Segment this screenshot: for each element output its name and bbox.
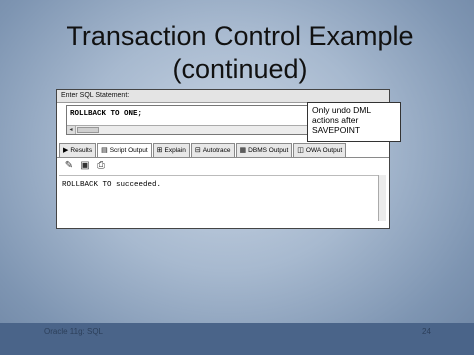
explain-icon: ⊞ bbox=[156, 147, 163, 154]
title-line-2: (continued) bbox=[172, 54, 308, 84]
owa-output-icon: ◫ bbox=[297, 147, 304, 154]
tab-owa-output-label: OWA Output bbox=[305, 147, 343, 154]
script-output-text: ROLLBACK TO succeeded. bbox=[62, 181, 162, 189]
savepoint-callout: Only undo DML actions after SAVEPOINT bbox=[307, 102, 401, 142]
callout-line-1: Only undo DML bbox=[312, 105, 372, 115]
save-icon[interactable]: ▣ bbox=[79, 160, 91, 172]
output-tabs: ▶ Results ▤ Script Output ⊞ Explain ⊟ Au… bbox=[59, 143, 347, 157]
tab-script-output-label: Script Output bbox=[109, 147, 148, 154]
slide-title: Transaction Control Example (continued) bbox=[40, 20, 440, 86]
print-icon[interactable]: ⎙ bbox=[95, 160, 107, 172]
tab-results-label: Results bbox=[70, 147, 93, 154]
tab-autotrace[interactable]: ⊟ Autotrace bbox=[190, 143, 235, 157]
vertical-scrollbar[interactable] bbox=[378, 175, 386, 221]
tab-script-output[interactable]: ▤ Script Output bbox=[97, 143, 152, 157]
callout-line-2: actions after bbox=[312, 115, 359, 125]
script-output-icon: ▤ bbox=[101, 147, 108, 154]
tab-dbms-output-label: DBMS Output bbox=[248, 147, 289, 154]
script-output-panel: ROLLBACK TO succeeded. bbox=[59, 175, 379, 221]
tab-owa-output[interactable]: ◫ OWA Output bbox=[293, 143, 347, 157]
results-icon: ▶ bbox=[63, 147, 69, 154]
scroll-thumb[interactable] bbox=[77, 127, 99, 133]
output-toolbar: ✎ ▣ ⎙ bbox=[63, 159, 107, 173]
sql-statement-text: ROLLBACK TO ONE; bbox=[70, 110, 143, 118]
dbms-output-icon: ▦ bbox=[239, 147, 247, 154]
footer-page-number: 24 bbox=[422, 327, 431, 336]
footer-course-title: Oracle 11g: SQL bbox=[44, 327, 103, 336]
tab-strip-divider bbox=[57, 157, 389, 158]
callout-line-3: SAVEPOINT bbox=[312, 125, 361, 135]
scroll-left-icon[interactable]: ◂ bbox=[67, 126, 76, 134]
footer-bar: Oracle 11g: SQL 24 bbox=[0, 323, 474, 355]
tab-results[interactable]: ▶ Results bbox=[59, 143, 97, 157]
eraser-icon[interactable]: ✎ bbox=[63, 160, 75, 172]
tab-dbms-output[interactable]: ▦ DBMS Output bbox=[235, 143, 293, 157]
tab-autotrace-label: Autotrace bbox=[202, 147, 231, 154]
tab-explain-label: Explain bbox=[164, 147, 186, 154]
tab-explain[interactable]: ⊞ Explain bbox=[152, 143, 190, 157]
title-line-1: Transaction Control Example bbox=[66, 21, 414, 51]
autotrace-icon: ⊟ bbox=[194, 147, 201, 154]
